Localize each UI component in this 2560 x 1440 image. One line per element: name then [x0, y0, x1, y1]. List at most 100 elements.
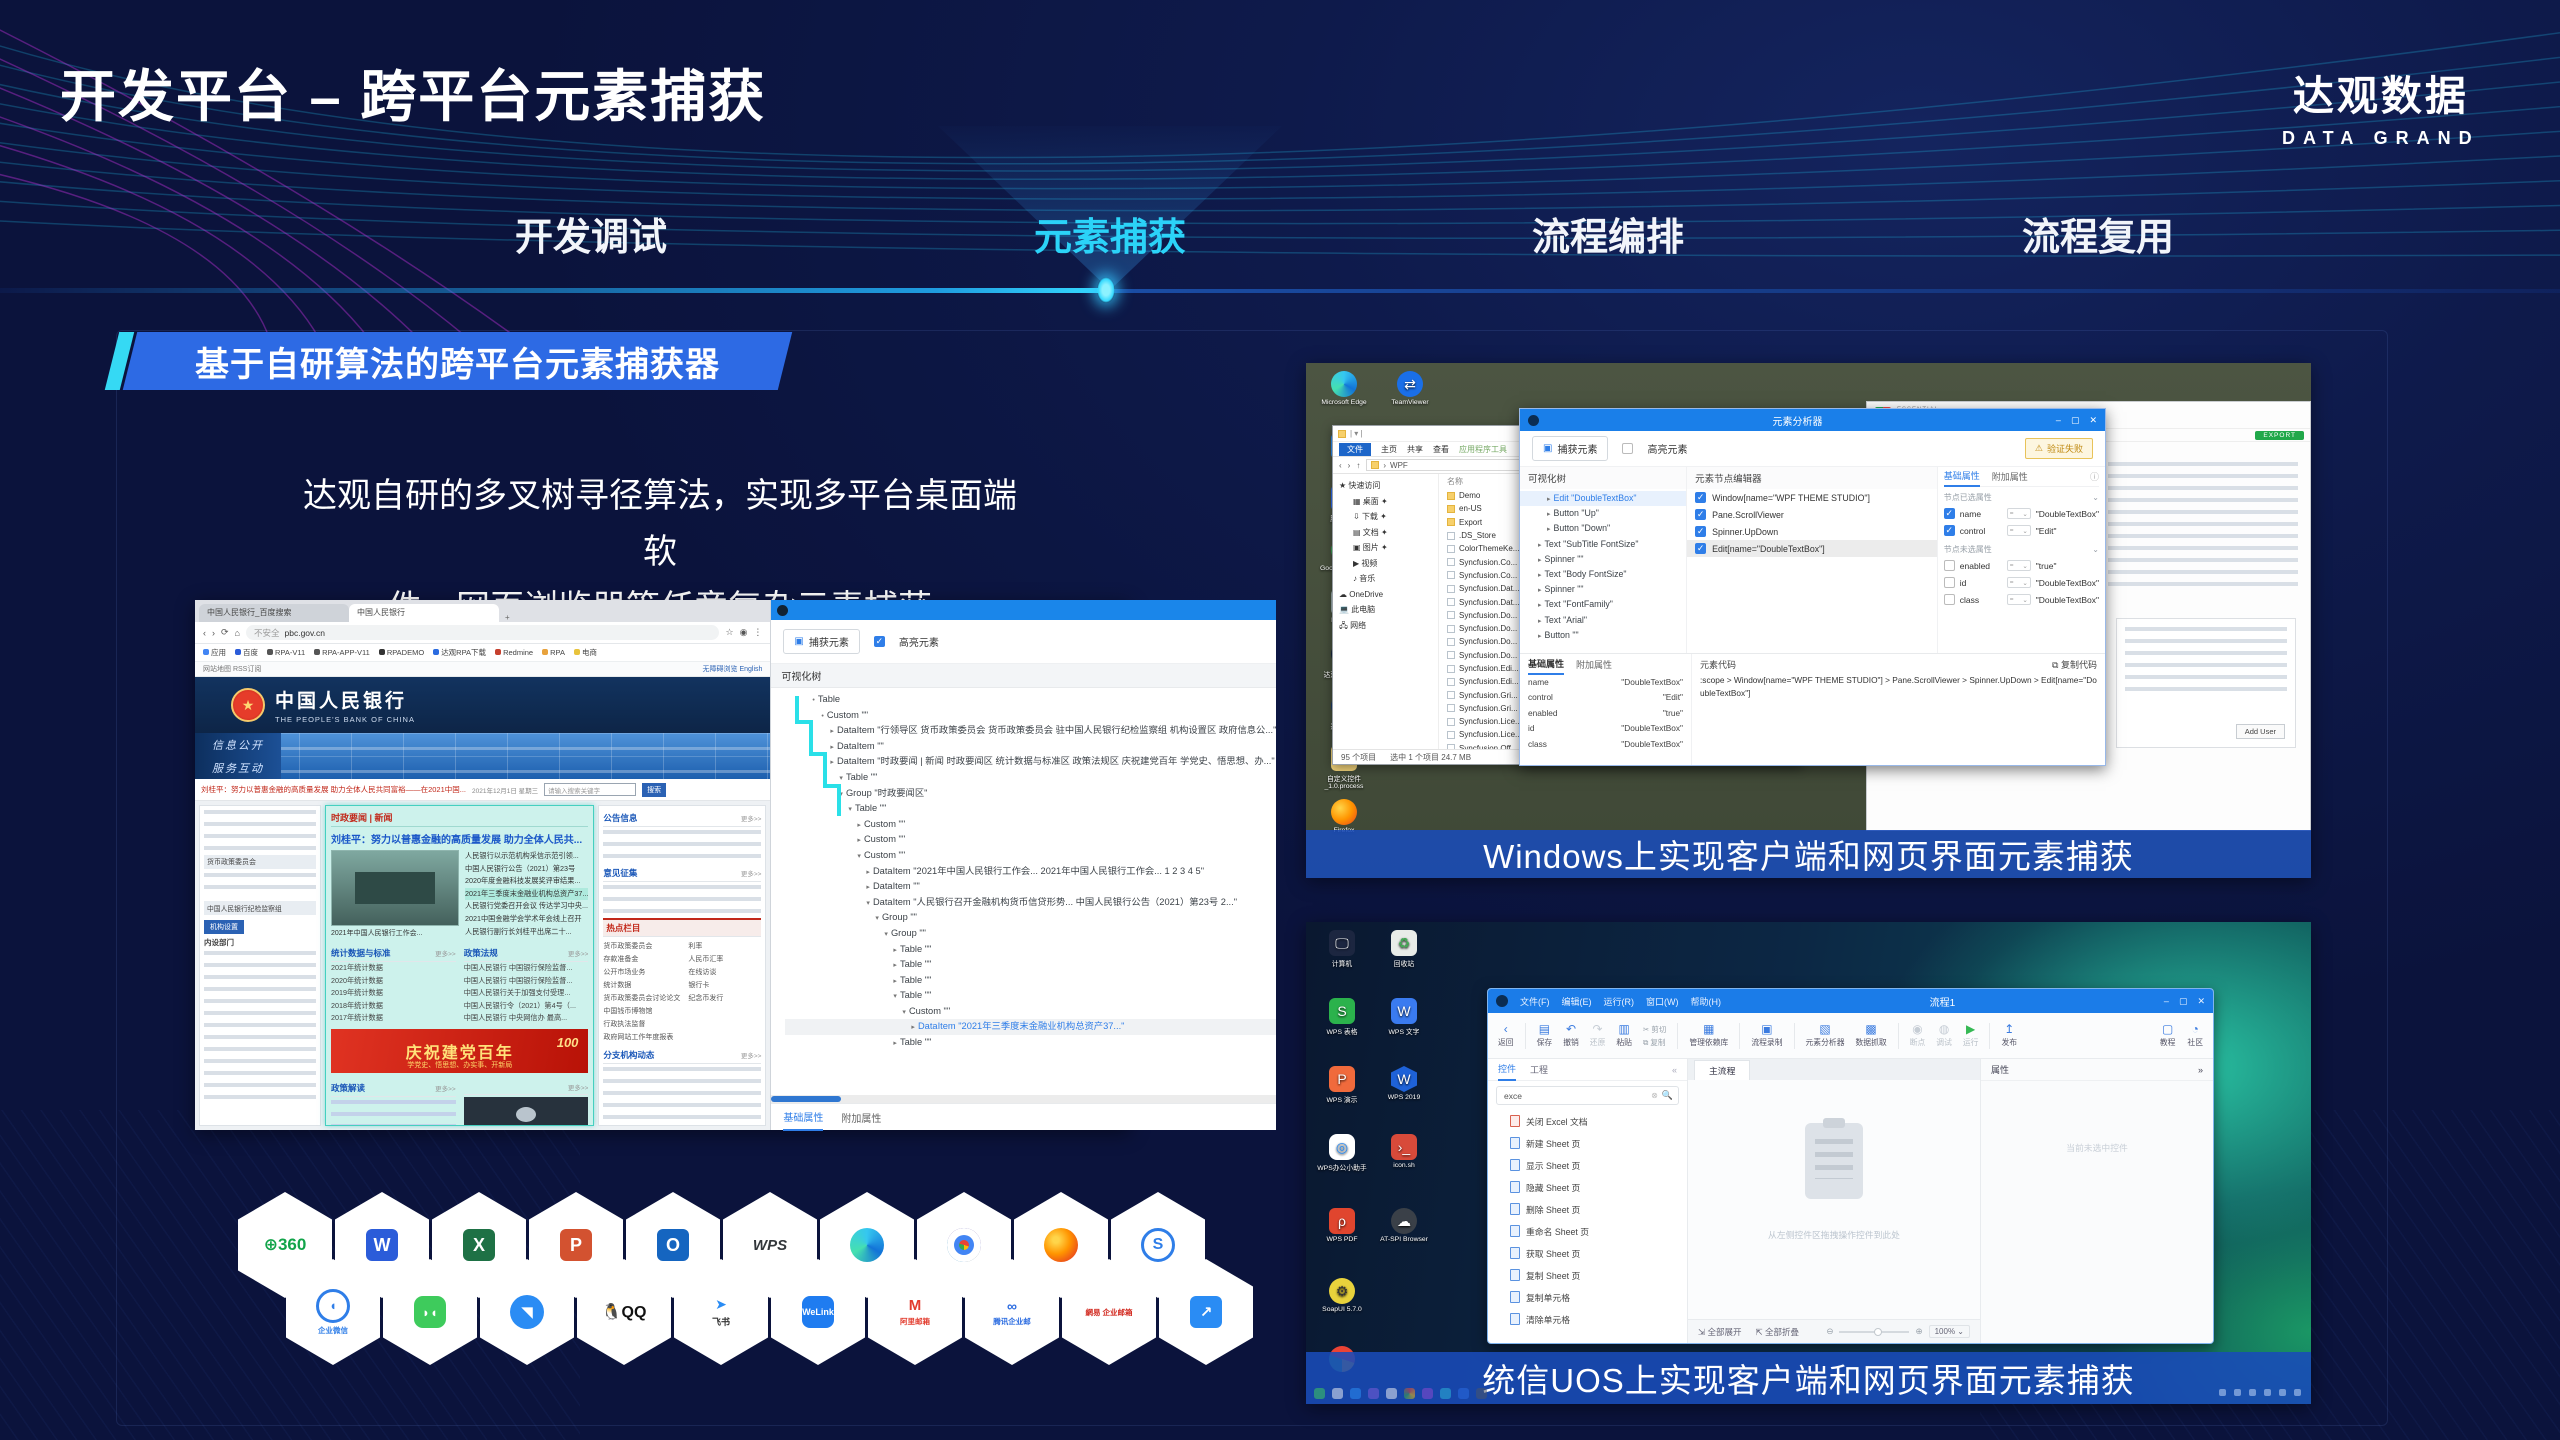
tab-main-flow[interactable]: 主流程 [1694, 1060, 1750, 1080]
menu-help[interactable]: 帮助(H) [1691, 995, 1722, 1008]
stats-item[interactable]: 2020年统计数据 [331, 975, 456, 988]
hot-item[interactable]: 银行卡 [688, 979, 723, 992]
studio-export-button[interactable]: EXPORT [2255, 431, 2304, 440]
policy-item[interactable]: 中国人民银行关于加强支付受理... [464, 987, 589, 1000]
bookmark-item[interactable]: Redmine [495, 648, 533, 657]
tool-data-scrape[interactable]: ▩数据抓取 [1856, 1023, 1887, 1048]
more-link[interactable]: 更多>> [568, 948, 589, 958]
more-link[interactable]: 更多>> [435, 1083, 456, 1093]
new-tab-icon[interactable]: + [505, 613, 510, 622]
tree-row[interactable]: ▸Text "Arial" [1520, 613, 1686, 628]
left-menu-tag[interactable]: 机构设置 [204, 920, 244, 934]
tool-run[interactable]: ▶运行 [1963, 1023, 1979, 1048]
uos-icon-wps-pdf[interactable]: ρWPS PDF [1310, 1208, 1374, 1243]
node-row[interactable]: ✓Pane.ScrollViewer [1687, 506, 1937, 523]
uos-icon-wps-2019[interactable]: WWPS 2019 [1372, 1066, 1436, 1101]
element-code[interactable]: :scope > Window[name="WPF THEME STUDIO"]… [1700, 674, 2097, 700]
more-link[interactable]: 更多>> [435, 948, 456, 958]
sidebar-videos[interactable]: ▶ 视频 [1339, 556, 1438, 572]
tree-row-selected[interactable]: ▸DataItem "2021年三季度末金融业机构总资产37..." [785, 1019, 1276, 1035]
tab-widgets[interactable]: 控件 [1498, 1059, 1516, 1081]
sidebar-this-pc[interactable]: 💻 此电脑 [1339, 602, 1438, 618]
hot-item[interactable]: 货币政策委员会 [603, 940, 680, 953]
menu-file[interactable]: 文件(F) [1520, 995, 1550, 1008]
tree-row[interactable]: ▸Button "Down" [1520, 521, 1686, 536]
address-bar[interactable]: 不安全 pbc.gov.cn [246, 625, 720, 640]
tree-row[interactable]: ▾Custom "" [785, 1004, 1276, 1020]
news-item[interactable]: 人民银行党委召开会议 传达学习中央... [465, 900, 588, 913]
prop-row[interactable]: ✓enabled=⌄"true" [1944, 557, 2099, 574]
tab-dev-debug[interactable]: 开发调试 [515, 206, 667, 261]
menu-edit[interactable]: 编辑(E) [1562, 995, 1592, 1008]
capture-element-button[interactable]: ▣捕获元素 [783, 629, 859, 654]
desktop-icon-edge[interactable]: Microsoft Edge [1312, 371, 1376, 406]
tree-row[interactable]: ▾Group "" [785, 910, 1276, 926]
more-link[interactable]: 更多>> [741, 1050, 762, 1060]
bookmark-item[interactable]: 达观RPA下载 [433, 647, 486, 658]
sidebar-pictures[interactable]: ▣ 图片 ✦ [1339, 540, 1438, 556]
tab-extra-props[interactable]: 附加属性 [1992, 470, 2028, 483]
tree-row[interactable]: ▸Text "Body FontSize" [1520, 567, 1686, 582]
tool-save[interactable]: ▤保存 [1537, 1023, 1553, 1048]
tree-row[interactable]: ▸Text "SubTitle FontSize" [1520, 537, 1686, 552]
widget-item[interactable]: 重命名 Sheet 页 [1510, 1220, 1687, 1242]
hot-item[interactable]: 存款准备金 [603, 953, 680, 966]
prop-row[interactable]: ✓name=⌄"DoubleTextBox" [1944, 505, 2099, 522]
menu-dots-icon[interactable]: ⋮ [753, 627, 762, 638]
tool-debug[interactable]: ◍调试 [1936, 1023, 1952, 1048]
tree-row[interactable]: ▸Spinner "" [1520, 552, 1686, 567]
tree-row[interactable]: ▸DataItem "2021年中国人民银行工作会... 2021年中国人民银行… [785, 864, 1276, 880]
collapse-all-button[interactable]: ⇱ 全部折叠 [1756, 1326, 1800, 1338]
browser-tab-1[interactable]: 中国人民银行_百度搜索 [199, 604, 349, 622]
collapse-icon[interactable]: ⌄ [2092, 545, 2099, 554]
hot-item[interactable]: 货币政策委员会讨论论文 [603, 992, 680, 1005]
site-search-button[interactable]: 搜索 [642, 783, 666, 797]
hot-item[interactable]: 政府网站工作年度报表 [603, 1031, 680, 1044]
widget-item[interactable]: 关闭 Excel 文档 [1510, 1110, 1687, 1132]
policy-item[interactable]: 中国人民银行 中国银行保险监督... [464, 975, 589, 988]
tool-breakpoint[interactable]: ◉断点 [1910, 1023, 1926, 1048]
news-item[interactable]: 2021中国金融学会学术年会线上召开 [465, 913, 588, 926]
site-links-left[interactable]: 网站地图 RSS订阅 [203, 664, 261, 674]
video-thumbnail[interactable] [464, 1097, 589, 1126]
uos-tray[interactable] [2219, 1389, 2301, 1396]
dialog-titlebar[interactable]: 元素分析器 –▢✕ [1520, 409, 2105, 431]
tree-row[interactable]: ▾Table "" [785, 988, 1276, 1004]
reload-icon[interactable]: ⟳ [221, 627, 229, 638]
back-icon[interactable]: ‹ [1339, 461, 1342, 470]
prop-row[interactable]: ✓control=⌄"Edit" [1944, 522, 2099, 539]
node-row[interactable]: ✓Spinner.UpDown [1687, 523, 1937, 540]
stats-item[interactable]: 2019年统计数据 [331, 987, 456, 1000]
tree-row[interactable]: ▸Text "FontFamily" [1520, 597, 1686, 612]
tab-basic-props[interactable]: 基础属性 [1528, 654, 1564, 675]
policy-item[interactable]: 中国人民银行 中央网信办 最高... [464, 1012, 589, 1025]
sidebar-quick-access[interactable]: ★ 快速访问 [1339, 478, 1438, 494]
designer-titlebar[interactable]: 文件(F) 编辑(E) 运行(R) 窗口(W) 帮助(H) 流程1 –▢✕ [1488, 989, 2213, 1013]
flow-canvas[interactable]: 从左侧控件区拖拽操作控件到此处 [1688, 1080, 1980, 1319]
zoom-slider[interactable] [1839, 1331, 1909, 1333]
tree-row[interactable]: ▸Table "" [785, 957, 1276, 973]
add-user-button[interactable]: Add User [2236, 724, 2285, 739]
ribbon-tab-home[interactable]: 主页 [1381, 444, 1397, 455]
ticker-headline[interactable]: 刘桂平：努力以普惠金融的高质量发展 助力全体人民共同富裕——在2021中国... [201, 784, 466, 795]
widget-search-input[interactable] [1502, 1090, 1647, 1102]
tree-row[interactable]: ▾Group "" [785, 926, 1276, 942]
validation-failed-button[interactable]: ⚠验证失败 [2025, 438, 2093, 459]
left-menu-header-2[interactable]: 中国人民银行纪检监察组 [204, 901, 316, 915]
tool-back[interactable]: ‹返回 [1498, 1023, 1514, 1048]
tree-row[interactable]: ▸Table "" [785, 973, 1276, 989]
prop-row[interactable]: ✓class=⌄"DoubleTextBox" [1944, 591, 2099, 608]
bookmark-item[interactable]: RPA [542, 648, 565, 657]
sidebar-music[interactable]: ♪ 音乐 [1339, 571, 1438, 587]
news-item[interactable]: 人民银行以示范机构采信示范引领... [465, 850, 588, 863]
policy-item[interactable]: 中国人民银行令（2021）第4号（... [464, 1000, 589, 1013]
sidebar-service-interaction[interactable]: 服务互动 [195, 756, 281, 779]
bookmark-item[interactable]: 百度 [235, 647, 258, 658]
sidebar-info-disclosure[interactable]: 信息公开 [195, 733, 281, 756]
tree-row[interactable]: ▸Custom "" [785, 832, 1276, 848]
news-headline[interactable]: 刘桂平：努力以普惠金融的高质量发展 助力全体人民共... [331, 831, 588, 846]
site-search-input[interactable]: 请输入搜索关键字 [544, 783, 636, 796]
info-icon[interactable]: ⓘ [2090, 470, 2099, 483]
sidebar-onedrive[interactable]: ☁ OneDrive [1339, 587, 1438, 603]
hot-item[interactable]: 利率 [688, 940, 723, 953]
